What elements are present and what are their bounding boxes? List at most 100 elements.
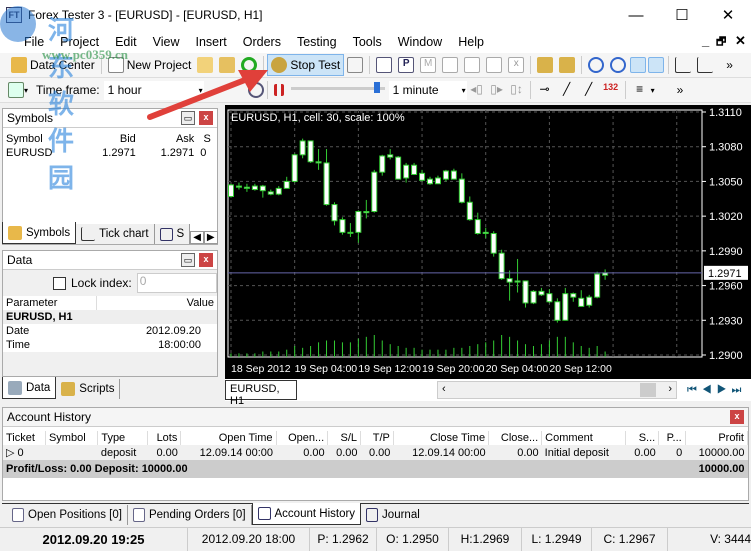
minimize-button[interactable]: — bbox=[613, 0, 659, 30]
pause-icon[interactable] bbox=[273, 84, 284, 96]
tab-s[interactable]: S bbox=[154, 224, 191, 244]
tabs-scroll-right[interactable]: ▶ bbox=[203, 231, 218, 244]
data-center-button[interactable]: Data Center bbox=[8, 54, 98, 76]
chart-canvas[interactable]: 1.31101.30801.30501.30201.29901.29601.29… bbox=[225, 105, 751, 379]
candle-body bbox=[339, 219, 346, 233]
menu-project[interactable]: Project bbox=[52, 35, 107, 49]
cell: ▷ 0 bbox=[6, 447, 24, 459]
speed-select[interactable]: 1 minute ▾ bbox=[388, 80, 467, 100]
toolbar2-overflow[interactable]: » bbox=[677, 83, 684, 97]
status-low: L: 1.2949 bbox=[522, 527, 592, 551]
refresh-icon[interactable] bbox=[241, 57, 258, 73]
tab-symbols[interactable]: Symbols bbox=[2, 222, 77, 244]
col-p-[interactable]: P... bbox=[658, 431, 686, 445]
tab-account-history[interactable]: Account History bbox=[251, 503, 362, 525]
add-chart-icon[interactable] bbox=[8, 82, 24, 98]
buy-icon[interactable] bbox=[537, 57, 554, 73]
col-ticket[interactable]: Ticket bbox=[3, 431, 46, 445]
ray-icon[interactable]: ╱ bbox=[581, 82, 597, 98]
line-chart-icon[interactable] bbox=[675, 57, 692, 73]
chart-scrollbar[interactable]: ‹ › bbox=[437, 381, 677, 399]
tab-journal[interactable]: Journal bbox=[361, 505, 425, 525]
save-project-icon[interactable] bbox=[219, 57, 236, 73]
speed-slider[interactable] bbox=[290, 81, 385, 99]
modify-order-icon[interactable]: M bbox=[420, 57, 437, 73]
chart-nav-buttons[interactable]: ⏮◀▶⏭ bbox=[687, 384, 746, 397]
chart-shift-icon[interactable] bbox=[630, 57, 647, 73]
menu-insert[interactable]: Insert bbox=[187, 35, 234, 49]
menu-orders[interactable]: Orders bbox=[235, 35, 289, 49]
col-close-time[interactable]: Close Time bbox=[393, 431, 490, 445]
col-profit[interactable]: Profit bbox=[685, 431, 749, 445]
horizontal-line-icon[interactable]: ⊸ bbox=[537, 82, 553, 98]
zoom-in-icon[interactable] bbox=[588, 57, 605, 73]
check-icon[interactable] bbox=[442, 57, 459, 73]
account-history-close-button[interactable]: x bbox=[730, 410, 744, 424]
sell-icon[interactable] bbox=[559, 57, 576, 73]
tabs-scroll-left[interactable]: ◀ bbox=[190, 231, 204, 244]
col-type[interactable]: Type bbox=[97, 431, 149, 445]
pending-order-icon[interactable]: P bbox=[398, 57, 415, 73]
menu-testing[interactable]: Testing bbox=[289, 35, 345, 49]
menu-view[interactable]: View bbox=[145, 35, 188, 49]
fibonacci-icon[interactable]: 132 bbox=[603, 82, 619, 98]
col-t-p[interactable]: T/P bbox=[360, 431, 394, 445]
menu-help[interactable]: Help bbox=[450, 35, 492, 49]
col-comment[interactable]: Comment bbox=[541, 431, 627, 445]
table-row[interactable]: ▷ 0 deposit 0.00 12.09.14 00:00 0.00 0.00 0.00… bbox=[3, 445, 748, 460]
col-lots[interactable]: Lots bbox=[147, 431, 182, 445]
trend-line-icon[interactable]: ╱ bbox=[559, 82, 575, 98]
step-back-icon[interactable]: ◂▯ bbox=[469, 82, 485, 98]
col-symbol[interactable]: Symbol bbox=[45, 431, 99, 445]
col-s-l[interactable]: S/L bbox=[327, 431, 362, 445]
menu-tools[interactable]: Tools bbox=[345, 35, 390, 49]
tab-pending-orders[interactable]: Pending Orders [0] bbox=[127, 505, 252, 525]
symbols-close-button[interactable]: x bbox=[199, 111, 213, 125]
channel-icon[interactable]: ≡ bbox=[632, 82, 648, 98]
auto-scroll-icon[interactable] bbox=[648, 57, 665, 73]
menu-file[interactable]: File bbox=[16, 35, 52, 49]
menu-edit[interactable]: Edit bbox=[107, 35, 145, 49]
chart-tab-eurusd-h1[interactable]: EURUSD, H1 bbox=[225, 380, 297, 407]
step-updown-icon[interactable]: ▯↕ bbox=[509, 82, 525, 98]
new-project-button[interactable]: New Project bbox=[105, 54, 195, 76]
speed-slider-thumb[interactable] bbox=[374, 82, 381, 93]
mdi-close-button[interactable]: ✕ bbox=[735, 33, 746, 49]
mdi-restore-button[interactable]: 🗗 bbox=[716, 33, 726, 52]
col-open-time[interactable]: Open Time bbox=[180, 431, 277, 445]
test-settings-icon[interactable] bbox=[347, 57, 364, 73]
col-s-[interactable]: S... bbox=[625, 431, 660, 445]
timer-icon[interactable] bbox=[247, 82, 264, 98]
stop-test-button[interactable]: Stop Test bbox=[267, 54, 345, 76]
tab-open-positions[interactable]: Open Positions [0] bbox=[2, 505, 128, 525]
lock-index-input[interactable]: 0 bbox=[136, 273, 217, 293]
timeframe-select[interactable]: 1 hour ▾ bbox=[103, 80, 204, 100]
step-forward-icon[interactable]: ▯▸ bbox=[489, 82, 505, 98]
lock-index-checkbox[interactable] bbox=[53, 276, 66, 290]
zoom-out-icon[interactable] bbox=[610, 57, 627, 73]
data-float-button[interactable]: ▭ bbox=[181, 253, 195, 267]
account-history-table: Ticket Symbol Type Lots Open Time Open... S/L T… bbox=[3, 431, 749, 478]
delete-order-icon[interactable]: x bbox=[508, 57, 525, 73]
data-close-button[interactable]: x bbox=[199, 253, 213, 267]
scrollbar-thumb[interactable] bbox=[640, 383, 656, 397]
check-partial-icon[interactable] bbox=[486, 57, 503, 73]
tab-tick-chart[interactable]: Tick chart bbox=[76, 224, 155, 244]
symbols-float-button[interactable]: ▭ bbox=[181, 111, 195, 125]
indicator-icon[interactable] bbox=[697, 57, 714, 73]
new-order-icon[interactable] bbox=[376, 57, 393, 73]
cell: 0.00 bbox=[517, 446, 539, 459]
price-chart[interactable]: 1.3110 1.3080 1.3050 1.3020 1.2990 1.2960 1.29… bbox=[225, 105, 751, 379]
mdi-minimize-button[interactable]: _ bbox=[702, 33, 709, 48]
tab-data[interactable]: Data bbox=[2, 377, 57, 399]
toolbar-overflow[interactable]: » bbox=[726, 58, 733, 72]
col-close-[interactable]: Close... bbox=[488, 431, 543, 445]
open-project-icon[interactable] bbox=[197, 57, 214, 73]
close-button[interactable]: ✕ bbox=[705, 0, 751, 30]
table-row[interactable]: EURUSD 1.2971 1.2971 0 bbox=[3, 146, 217, 160]
maximize-button[interactable]: ☐ bbox=[659, 0, 705, 30]
menu-window[interactable]: Window bbox=[390, 35, 450, 49]
tab-scripts[interactable]: Scripts bbox=[56, 379, 121, 399]
check-all-icon[interactable] bbox=[464, 57, 481, 73]
col-open-[interactable]: Open... bbox=[276, 431, 329, 445]
